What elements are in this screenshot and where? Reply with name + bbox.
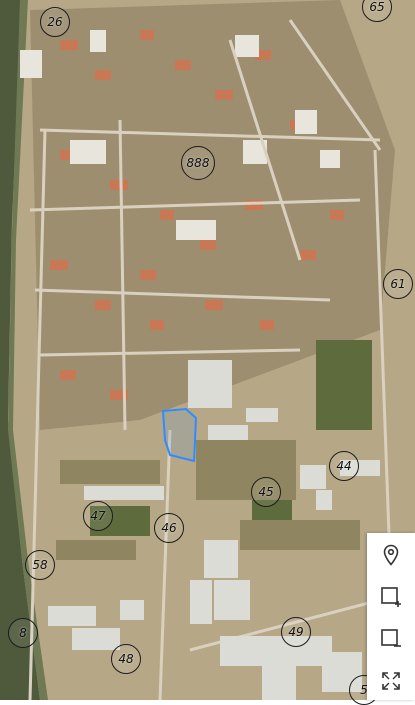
map-tool-panel [367,533,415,700]
remove-area-button[interactable] [367,619,415,659]
add-area-icon [381,587,401,607]
aerial-map[interactable] [0,0,415,700]
map-marker-8[interactable]: 8 [8,618,38,648]
map-marker-58[interactable]: 58 [25,550,55,580]
map-marker-45[interactable]: 45 [251,477,281,507]
map-marker-888[interactable]: 888 [181,146,215,180]
fullscreen-button[interactable] [367,661,415,701]
add-area-button[interactable] [367,577,415,617]
location-pin-button[interactable] [367,535,415,575]
map-marker-46[interactable]: 46 [154,513,184,543]
map-marker-49[interactable]: 49 [281,617,311,647]
fullscreen-icon [382,672,400,690]
location-pin-icon [383,544,399,566]
map-marker-26[interactable]: 26 [40,7,70,37]
map-marker-44[interactable]: 44 [329,451,359,481]
remove-area-icon [381,629,401,647]
map-marker-61[interactable]: 61 [383,269,413,299]
map-marker-47[interactable]: 47 [83,501,113,531]
map-marker-48[interactable]: 48 [111,644,141,674]
